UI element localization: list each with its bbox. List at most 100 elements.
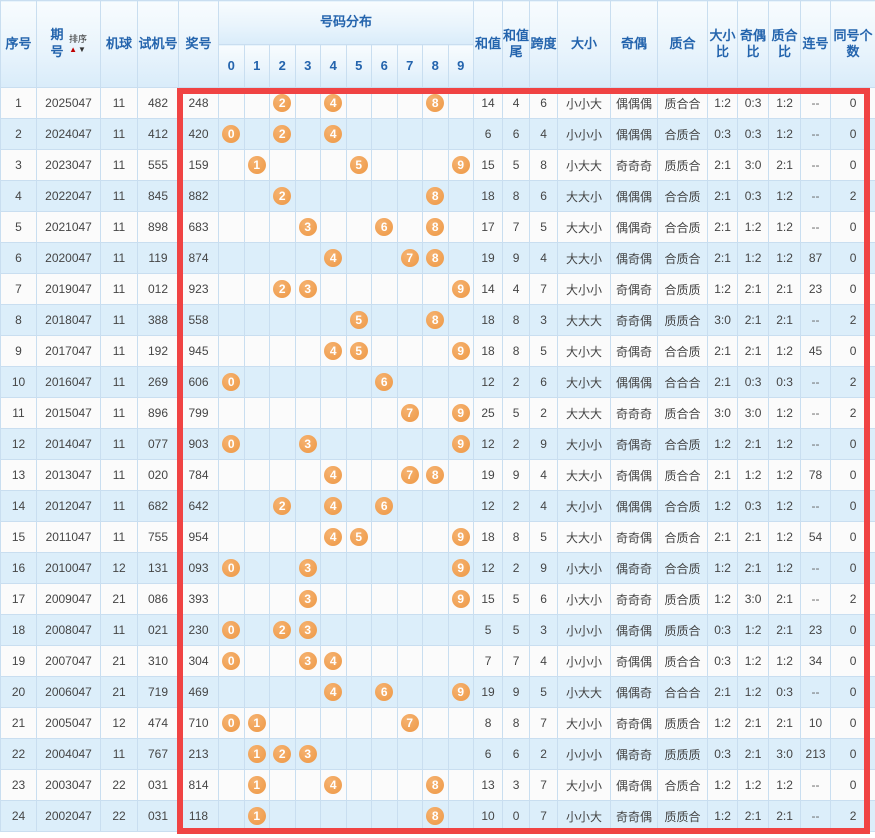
sort-label: 排序 <box>69 35 87 44</box>
digit-ball: 3 <box>299 559 317 577</box>
dist-cell-8 <box>423 615 449 646</box>
col-header-sum[interactable]: 和值 <box>474 1 503 88</box>
prime-ratio-cell: 2:1 <box>769 584 801 615</box>
dist-cell-6 <box>372 336 398 367</box>
parity-cell: 偶偶奇 <box>611 212 658 243</box>
col-header-prize[interactable]: 奖号 <box>179 1 219 88</box>
dist-cell-4 <box>321 274 347 305</box>
dist-cell-6 <box>372 553 398 584</box>
prize-cell: 814 <box>179 770 219 801</box>
dist-cell-1 <box>244 367 270 398</box>
dist-cell-5 <box>346 88 372 119</box>
dist-cell-9 <box>448 243 474 274</box>
sum-cell: 6 <box>474 119 503 150</box>
same-count-cell: 0 <box>831 708 875 739</box>
seq-cell: 2 <box>1 119 37 150</box>
digit-ball: 7 <box>401 714 419 732</box>
dist-cell-2 <box>270 429 296 460</box>
table-row: 21200504712474710017887大小小奇奇偶质质合1:22:12:… <box>1 708 875 739</box>
col-header-sum-tail[interactable]: 和值尾 <box>503 1 530 88</box>
sum-tail-cell: 6 <box>503 739 530 770</box>
sort-asc-icon[interactable]: ▲ <box>69 46 77 54</box>
sum-cell: 19 <box>474 460 503 491</box>
dist-cell-8 <box>423 739 449 770</box>
dist-cell-9 <box>448 770 474 801</box>
size-ratio-cell: 3:0 <box>708 305 738 336</box>
consecutive-cell: -- <box>801 212 831 243</box>
table-row: 12025047114822482481446小小大偶偶偶质合合1:20:31:… <box>1 88 875 119</box>
col-header-seq[interactable]: 序号 <box>1 1 37 88</box>
col-header-prime[interactable]: 质合 <box>658 1 708 88</box>
dist-cell-2 <box>270 150 296 181</box>
sort-control[interactable]: 排序 ▲ ▼ <box>68 35 88 54</box>
dist-cell-3 <box>295 367 321 398</box>
dist-cell-9 <box>448 119 474 150</box>
sum-cell: 7 <box>474 646 503 677</box>
parity-ratio-cell: 0:3 <box>738 119 769 150</box>
sum-cell: 15 <box>474 150 503 181</box>
same-count-cell: 2 <box>831 305 875 336</box>
table-row: 8201804711388558581883大大大奇奇偶质质合3:02:12:1… <box>1 305 875 336</box>
col-header-consecutive[interactable]: 连号 <box>801 1 831 88</box>
seq-cell: 9 <box>1 336 37 367</box>
span-cell: 5 <box>530 677 558 708</box>
dist-cell-9 <box>448 212 474 243</box>
dist-cell-1 <box>244 212 270 243</box>
dist-cell-5 <box>346 739 372 770</box>
dist-cell-9: 9 <box>448 522 474 553</box>
parity-ratio-cell: 2:1 <box>738 336 769 367</box>
dist-cell-5 <box>346 274 372 305</box>
col-header-prime-ratio[interactable]: 质合比 <box>769 1 801 88</box>
dist-cell-4 <box>321 367 347 398</box>
col-header-parity-ratio[interactable]: 奇偶比 <box>738 1 769 88</box>
digit-ball: 2 <box>273 125 291 143</box>
sort-desc-icon[interactable]: ▼ <box>78 46 86 54</box>
digit-ball: 2 <box>273 621 291 639</box>
prime-ratio-cell: 3:0 <box>769 739 801 770</box>
col-header-size[interactable]: 大小 <box>558 1 611 88</box>
prize-cell: 954 <box>179 522 219 553</box>
prize-cell: 304 <box>179 646 219 677</box>
period-cell: 2024047 <box>37 119 101 150</box>
dist-cell-9: 9 <box>448 150 474 181</box>
dist-cell-9: 9 <box>448 553 474 584</box>
period-cell: 2005047 <box>37 708 101 739</box>
table-row: 4202204711845882281886大大小偶偶偶合合质2:10:31:2… <box>1 181 875 212</box>
dist-cell-8 <box>423 274 449 305</box>
dist-cell-3: 3 <box>295 584 321 615</box>
parity-cell: 奇偶奇 <box>611 336 658 367</box>
col-header-size-ratio[interactable]: 大小比 <box>708 1 738 88</box>
dist-cell-1 <box>244 429 270 460</box>
parity-ratio-cell: 1:2 <box>738 615 769 646</box>
test-cell: 767 <box>138 739 179 770</box>
parity-cell: 偶奇奇 <box>611 553 658 584</box>
col-header-same-count[interactable]: 同号个数 <box>831 1 875 88</box>
dist-cell-3 <box>295 801 321 832</box>
dist-cell-2 <box>270 243 296 274</box>
col-header-parity[interactable]: 奇偶 <box>611 1 658 88</box>
col-header-test[interactable]: 试机号 <box>138 1 179 88</box>
test-cell: 020 <box>138 460 179 491</box>
machine-cell: 11 <box>101 367 138 398</box>
test-cell: 310 <box>138 646 179 677</box>
test-cell: 077 <box>138 429 179 460</box>
sum-tail-cell: 6 <box>503 119 530 150</box>
digit-ball: 8 <box>426 94 444 112</box>
period-cell: 2012047 <box>37 491 101 522</box>
col-header-period[interactable]: 期号 排序 ▲ ▼ <box>37 1 101 88</box>
parity-cell: 偶奇偶 <box>611 615 658 646</box>
span-cell: 4 <box>530 491 558 522</box>
dist-cell-6 <box>372 88 398 119</box>
dist-cell-3: 3 <box>295 739 321 770</box>
parity-cell: 奇奇偶 <box>611 708 658 739</box>
col-header-machine[interactable]: 机球 <box>101 1 138 88</box>
same-count-cell: 0 <box>831 739 875 770</box>
parity-ratio-cell: 2:1 <box>738 708 769 739</box>
dist-cell-8 <box>423 429 449 460</box>
period-cell: 2016047 <box>37 367 101 398</box>
col-header-span[interactable]: 跨度 <box>530 1 558 88</box>
machine-cell: 11 <box>101 212 138 243</box>
dist-cell-2: 2 <box>270 615 296 646</box>
span-cell: 6 <box>530 367 558 398</box>
parity-cell: 偶偶偶 <box>611 367 658 398</box>
